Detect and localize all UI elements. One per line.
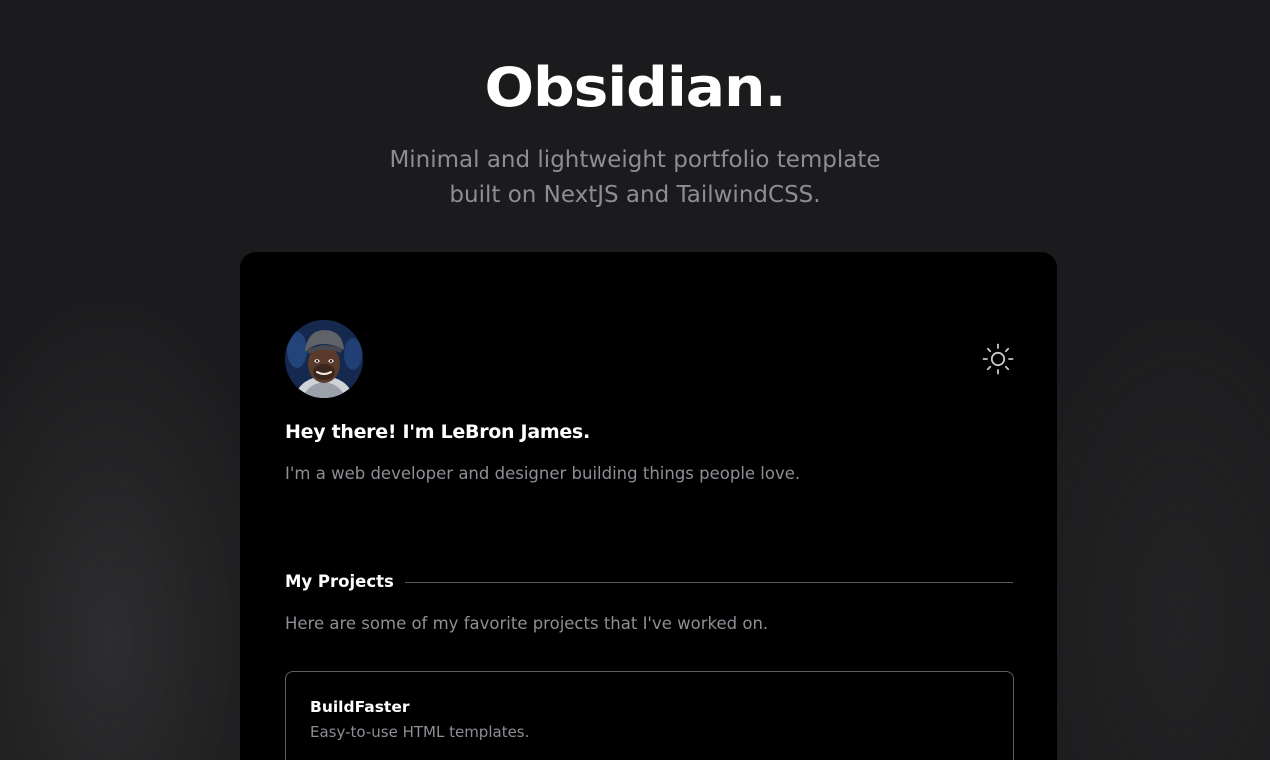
portfolio-card: Hey there! I'm LeBron James. I'm a web d…: [240, 252, 1057, 760]
tagline-line-2: built on NextJS and TailwindCSS.: [449, 182, 821, 208]
project-description: Easy-to-use HTML templates.: [310, 723, 530, 741]
intro-text: I'm a web developer and designer buildin…: [285, 464, 801, 483]
theme-toggle-button[interactable]: [981, 342, 1015, 376]
tagline-line-1: Minimal and lightweight portfolio templa…: [389, 147, 881, 173]
site-tagline: Minimal and lightweight portfolio templa…: [0, 143, 1270, 213]
sun-icon: [982, 343, 1014, 375]
project-card-buildfaster[interactable]: BuildFaster Easy-to-use HTML templates.: [285, 671, 1014, 760]
greeting-heading: Hey there! I'm LeBron James.: [285, 421, 590, 443]
avatar: [285, 320, 363, 398]
section-divider: [404, 581, 1013, 583]
project-name: BuildFaster: [310, 698, 410, 716]
projects-section-header: My Projects: [285, 570, 1013, 594]
site-logo: Obsidian.: [484, 56, 786, 119]
avatar-photo-icon: [285, 320, 363, 398]
projects-section-title: My Projects: [285, 572, 394, 591]
projects-section-description: Here are some of my favorite projects th…: [285, 614, 769, 633]
